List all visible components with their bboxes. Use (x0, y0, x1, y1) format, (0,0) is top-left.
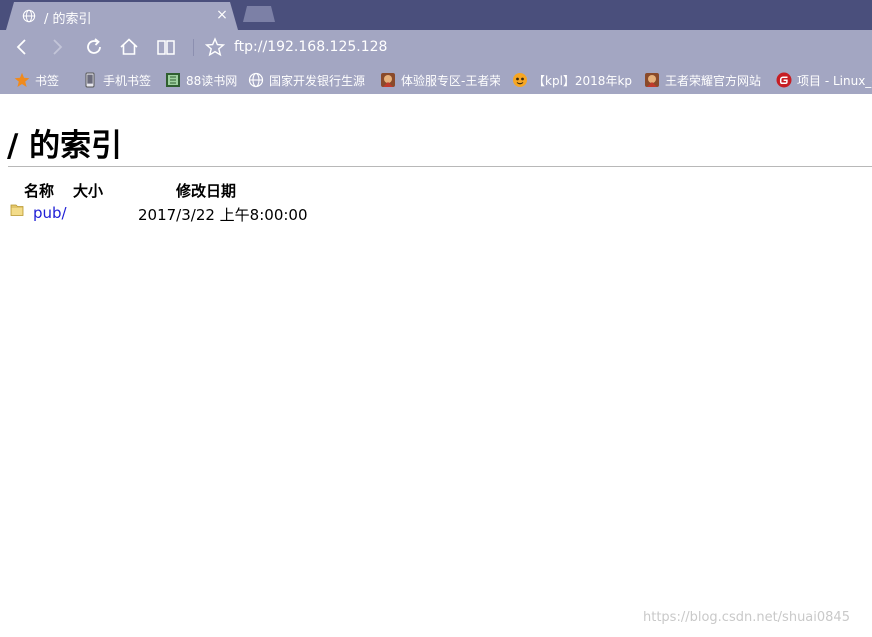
bookmark-item-kpl[interactable]: 【kpl】2018年kp (512, 70, 632, 90)
bookmarks-bar: 书签 手机书签 88读书网 国家开发银行生源 体验服专区-王者荣 【kpl】20… (0, 65, 872, 94)
star-icon[interactable] (204, 37, 226, 57)
bookmark-item-trial-server[interactable]: 体验服专区-王者荣 (380, 70, 500, 90)
new-tab-icon[interactable] (243, 6, 275, 22)
column-header-modified[interactable]: 修改日期 (176, 180, 236, 201)
reader-icon[interactable] (155, 36, 177, 58)
column-header-name[interactable]: 名称 (24, 180, 54, 201)
bookmark-item-mobile[interactable]: 手机书签 (82, 70, 151, 90)
bookmark-label: 项目 - Linux_c (797, 73, 872, 88)
game-hero-icon (645, 73, 659, 87)
tab-title: / 的索引 (44, 12, 92, 27)
bookmark-item-wzry-official[interactable]: 王者荣耀官方网站 (644, 70, 764, 90)
bookmark-item-bookmarks[interactable]: 书签 (14, 70, 59, 90)
back-icon[interactable] (11, 36, 33, 58)
video-site-icon (513, 73, 527, 87)
home-icon[interactable] (118, 36, 140, 58)
globe-icon (22, 9, 36, 23)
forward-icon[interactable] (46, 36, 68, 58)
tab-index[interactable]: / 的索引 × (6, 2, 238, 30)
bookmark-label: 国家开发银行生源 (269, 73, 366, 88)
bookmark-item-gitee-project[interactable]: 项目 - Linux_c (776, 70, 872, 90)
gitee-icon (776, 72, 792, 88)
bookmark-item-cdb[interactable]: 国家开发银行生源 (248, 70, 368, 90)
bookmark-label: 王者荣耀官方网站 (665, 73, 762, 88)
address-bar[interactable]: ftp://192.168.125.128 (234, 39, 387, 55)
watermark-text: https://blog.csdn.net/shuai0845 (643, 610, 850, 625)
tab-strip: / 的索引 × (0, 0, 872, 30)
bookmark-label: 【kpl】2018年kp (533, 73, 632, 88)
bookmark-label: 书签 (35, 73, 60, 88)
reload-icon[interactable] (83, 36, 105, 58)
folder-icon (10, 204, 24, 216)
page-content: / 的索引 名称 大小 修改日期 pub/ 2017/3/22 上午8:00:0… (0, 94, 872, 637)
game-hero-icon (381, 73, 395, 87)
page-title: / 的索引 (7, 128, 123, 164)
star-icon (14, 72, 30, 87)
toolbar-divider (193, 39, 194, 56)
phone-icon (85, 72, 95, 88)
bookmark-label: 手机书签 (103, 73, 152, 88)
tab-close-icon[interactable]: × (214, 7, 230, 23)
globe-icon (248, 72, 264, 88)
bookmark-label: 88读书网 (186, 73, 238, 88)
column-header-size[interactable]: 大小 (73, 180, 103, 201)
folder-link-pub[interactable]: pub/ (33, 204, 67, 222)
navigation-toolbar: ftp://192.168.125.128 (0, 30, 872, 65)
entry-modified-date: 2017/3/22 上午8:00:00 (138, 206, 308, 224)
book-site-icon (166, 73, 180, 87)
title-divider (8, 166, 872, 167)
bookmark-label: 体验服专区-王者荣 (401, 73, 500, 88)
bookmark-item-88dushu[interactable]: 88读书网 (165, 70, 237, 90)
